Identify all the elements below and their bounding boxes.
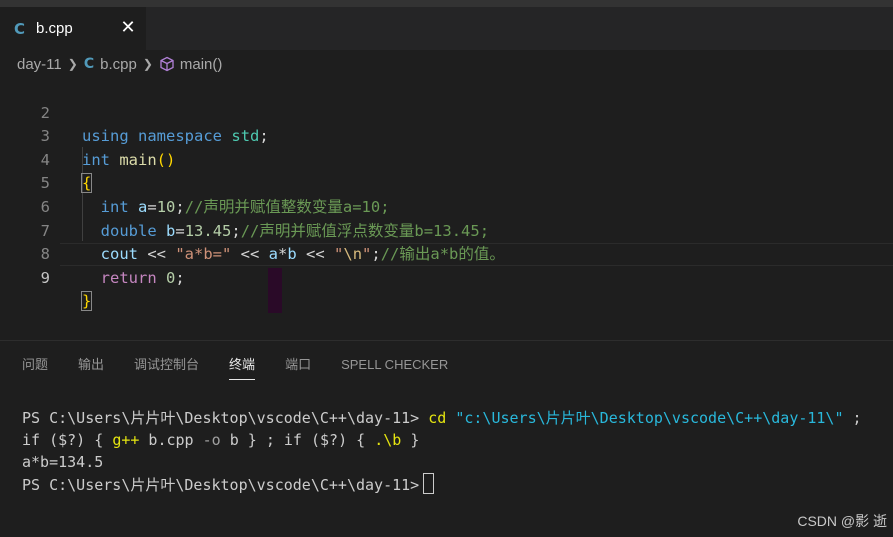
code-line: 4 { xyxy=(0,125,893,194)
tab-ports[interactable]: 端口 xyxy=(285,357,311,379)
terminal-line: if ($?) { g++ b.cpp -o b } ; if ($?) { .… xyxy=(22,429,419,451)
terminal-command: cd xyxy=(428,409,447,427)
terminal-line[interactable]: PS C:\Users\片片叶\Desktop\vscode\C++\day-1… xyxy=(22,473,435,496)
terminal-text: b } ; if ($?) { xyxy=(220,431,375,449)
terminal-prompt: PS C:\Users\片片叶\Desktop\vscode\C++\day-1… xyxy=(22,476,420,494)
code-line: 2 using namespace std; xyxy=(0,78,893,146)
terminal-text: if ($?) { xyxy=(22,431,113,449)
code-line: 6 double b=13.45;//声明并赋值浮点数变量b=13.45; xyxy=(0,172,893,240)
tab-spell-checker[interactable]: SPELL CHECKER xyxy=(341,357,448,379)
code-line: 8 return 0; xyxy=(0,220,893,287)
breadcrumb: day-11 ❯ C b.cpp ❯ main() xyxy=(0,50,893,78)
chevron-right-icon: ❯ xyxy=(67,57,78,71)
tab-b-cpp[interactable]: C b.cpp ✕ xyxy=(0,7,146,50)
tab-problems[interactable]: 问题 xyxy=(22,357,48,379)
terminal-prompt: PS C:\Users\片片叶\Desktop\vscode\C++\day-1… xyxy=(22,409,429,427)
close-brace: } xyxy=(80,291,93,312)
terminal-line: PS C:\Users\片片叶\Desktop\vscode\C++\day-1… xyxy=(22,407,862,429)
chevron-right-icon: ❯ xyxy=(142,57,153,71)
panel-tabs: 问题 输出 调试控制台 终端 端口 SPELL CHECKER xyxy=(22,357,478,381)
terminal-path-arg: "c:\Users\片片叶\Desktop\vscode\C++\day-11\… xyxy=(455,409,844,427)
overlay-marker xyxy=(268,268,282,313)
breadcrumb-symbol[interactable]: main() xyxy=(180,56,223,73)
keyword: return xyxy=(100,268,157,287)
cpp-file-icon: C xyxy=(83,56,95,72)
terminal-text: } xyxy=(401,431,420,449)
bottom-panel: 问题 输出 调试控制台 终端 端口 SPELL CHECKER PS C:\Us… xyxy=(0,340,893,537)
terminal-command: g++ xyxy=(112,431,140,449)
code-line: 7 cout << "a*b=" << a*b << "\n";//输出a*b的… xyxy=(0,196,893,264)
number: 0 xyxy=(166,268,176,287)
terminal-cursor xyxy=(423,473,435,494)
terminal-text: b.cpp xyxy=(139,431,203,449)
cpp-file-icon: C xyxy=(14,19,26,38)
code-line: 9 } xyxy=(0,243,893,312)
terminal-flag: -o xyxy=(202,431,221,449)
watermark: CSDN @影 逝 xyxy=(797,513,887,529)
code-editor[interactable]: 2 using namespace std; 3 int main() 4 { … xyxy=(0,78,893,340)
tab-title: b.cpp xyxy=(36,20,73,37)
line-number: 9 xyxy=(40,268,50,287)
line-code: return 0; xyxy=(82,267,185,291)
line-code: } xyxy=(80,290,93,314)
terminal-command: .\b xyxy=(374,431,402,449)
tab-debug-console[interactable]: 调试控制台 xyxy=(134,357,199,379)
terminal-text: ; xyxy=(843,409,862,427)
tab-terminal[interactable]: 终端 xyxy=(229,357,256,380)
title-strip xyxy=(0,0,893,7)
code-line: 5 int a=10;//声明并赋值整数变量a=10; xyxy=(0,149,893,216)
tab-output[interactable]: 输出 xyxy=(78,357,104,379)
punctuation: ; xyxy=(175,268,185,287)
editor-tab-bar: C b.cpp ✕ xyxy=(0,0,893,50)
terminal-output: a*b=134.5 xyxy=(22,453,104,471)
breadcrumb-file[interactable]: b.cpp xyxy=(100,56,137,73)
code-line: 3 int main() xyxy=(0,102,893,169)
method-cube-icon xyxy=(160,56,174,72)
breadcrumb-folder[interactable]: day-11 xyxy=(17,56,62,73)
close-icon[interactable]: ✕ xyxy=(119,17,137,39)
